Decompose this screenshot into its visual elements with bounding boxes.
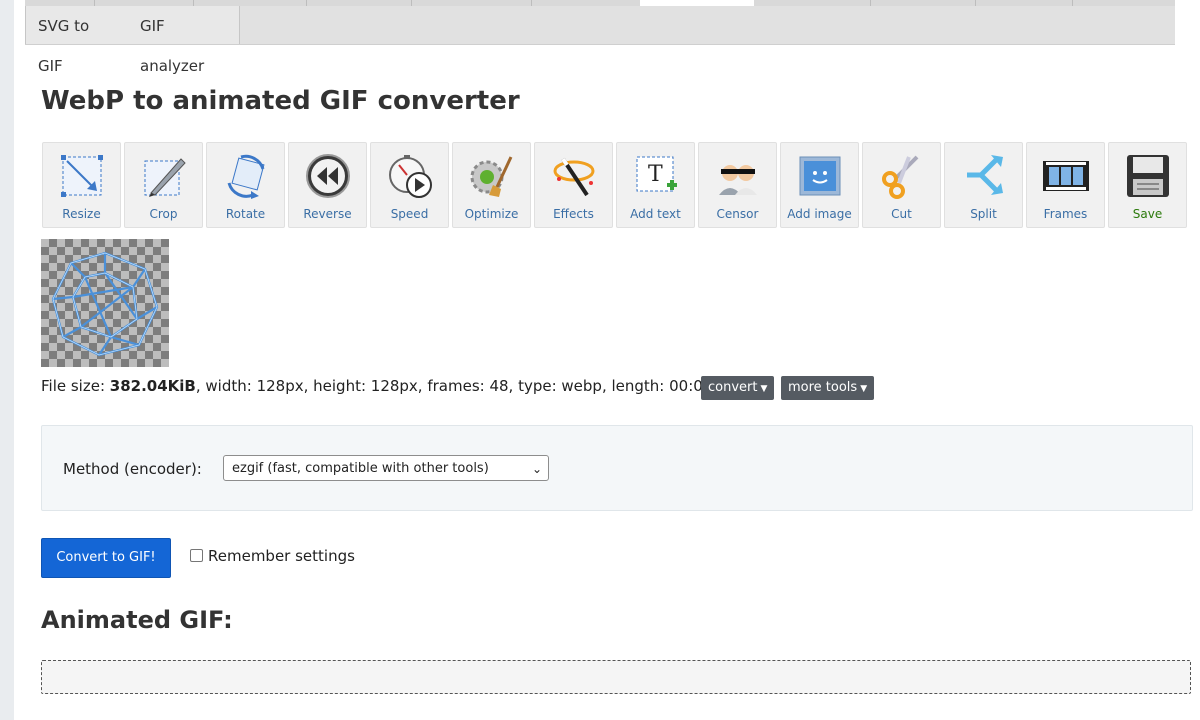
tab-gif-analyzer[interactable]: GIF analyzer — [128, 6, 240, 75]
tool-label: Speed — [390, 207, 429, 221]
tool-label: Optimize — [464, 207, 519, 221]
speed-icon — [389, 155, 432, 198]
tab-bar: SVG to GIF GIF analyzer — [25, 6, 1175, 75]
file-info-prefix: File size: — [41, 377, 110, 395]
file-size-value: 382.04KiB — [109, 377, 196, 395]
add-text-icon: T — [636, 156, 677, 192]
tool-rotate-button[interactable]: Rotate — [206, 142, 285, 228]
resize-icon — [61, 155, 103, 197]
method-select[interactable]: ezgif (fast, compatible with other tools… — [223, 455, 549, 481]
tool-frames-button[interactable]: Frames — [1026, 142, 1105, 228]
reverse-icon — [306, 154, 350, 198]
crop-icon — [144, 158, 186, 197]
tool-label: Add text — [630, 207, 681, 221]
animation-preview-image — [41, 239, 169, 367]
convert-label: convert — [708, 380, 758, 395]
tool-speed-button[interactable]: Speed — [370, 142, 449, 228]
more-tools-dropdown-button[interactable]: more tools ▼ — [781, 376, 875, 400]
svg-text:T: T — [648, 162, 663, 187]
convert-to-gif-button[interactable]: Convert to GIF! — [41, 538, 171, 578]
tool-add-image-button[interactable]: Add image — [780, 142, 859, 228]
tool-label: Frames — [1043, 207, 1088, 221]
caret-down-icon: ▼ — [860, 384, 868, 394]
tool-label: Reverse — [303, 207, 352, 221]
tool-reverse-button[interactable]: Reverse — [288, 142, 367, 228]
tool-save-button[interactable]: Save — [1108, 142, 1187, 228]
tool-crop-button[interactable]: Crop — [124, 142, 203, 228]
tool-label: Split — [970, 207, 997, 221]
chevron-down-icon: ⌄ — [531, 462, 542, 476]
tool-censor-button[interactable]: Censor — [698, 142, 777, 228]
options-panel: Method (encoder): ezgif (fast, compatibl… — [41, 425, 1193, 511]
scissors-icon — [882, 155, 919, 199]
caret-down-icon: ▼ — [760, 384, 768, 394]
optimize-icon — [470, 156, 513, 197]
tool-label: Rotate — [225, 207, 266, 221]
tool-label: Add image — [787, 207, 852, 221]
file-info-details: , width: 128px, height: 128px, frames: 4… — [195, 377, 742, 395]
tool-label: Resize — [62, 207, 101, 221]
remember-settings[interactable]: Remember settings — [190, 547, 355, 565]
tool-split-button[interactable]: Split — [944, 142, 1023, 228]
floppy-disk-icon — [1127, 155, 1169, 197]
page-title: WebP to animated GIF converter — [41, 86, 520, 116]
output-area — [41, 660, 1191, 694]
tool-effects-button[interactable]: Effects — [534, 142, 613, 228]
file-info-text: File size: 382.04KiB, width: 128px, heig… — [41, 377, 758, 395]
method-label: Method (encoder): — [63, 460, 202, 478]
output-heading: Animated GIF: — [41, 606, 233, 634]
tool-label: Effects — [553, 207, 594, 221]
tool-add-text-button[interactable]: T Add text — [616, 142, 695, 228]
tool-label: Censor — [716, 207, 759, 221]
convert-dropdown-button[interactable]: convert ▼ — [701, 376, 775, 400]
tab-svg-to-gif[interactable]: SVG to GIF — [25, 6, 129, 75]
wireframe-polyhedron-icon — [51, 251, 159, 357]
tool-label: Save — [1132, 207, 1163, 221]
remember-settings-label: Remember settings — [208, 547, 355, 565]
remember-settings-checkbox[interactable] — [190, 549, 203, 562]
tool-label: Cut — [891, 207, 912, 221]
censor-icon — [719, 165, 757, 195]
tool-optimize-button[interactable]: Optimize — [452, 142, 531, 228]
tool-resize-button[interactable]: Resize — [42, 142, 121, 228]
tool-label: Crop — [149, 207, 178, 221]
film-frames-icon — [1043, 161, 1089, 191]
page: SVG to GIF GIF analyzer WebP to animated… — [14, 0, 1200, 720]
tool-cut-button[interactable]: Cut — [862, 142, 941, 228]
method-select-value: ezgif (fast, compatible with other tools… — [232, 461, 489, 476]
more-tools-label: more tools — [788, 380, 858, 395]
effects-icon — [553, 157, 595, 197]
rotate-icon — [227, 154, 265, 199]
split-icon — [967, 155, 1003, 195]
add-image-icon — [799, 156, 841, 196]
